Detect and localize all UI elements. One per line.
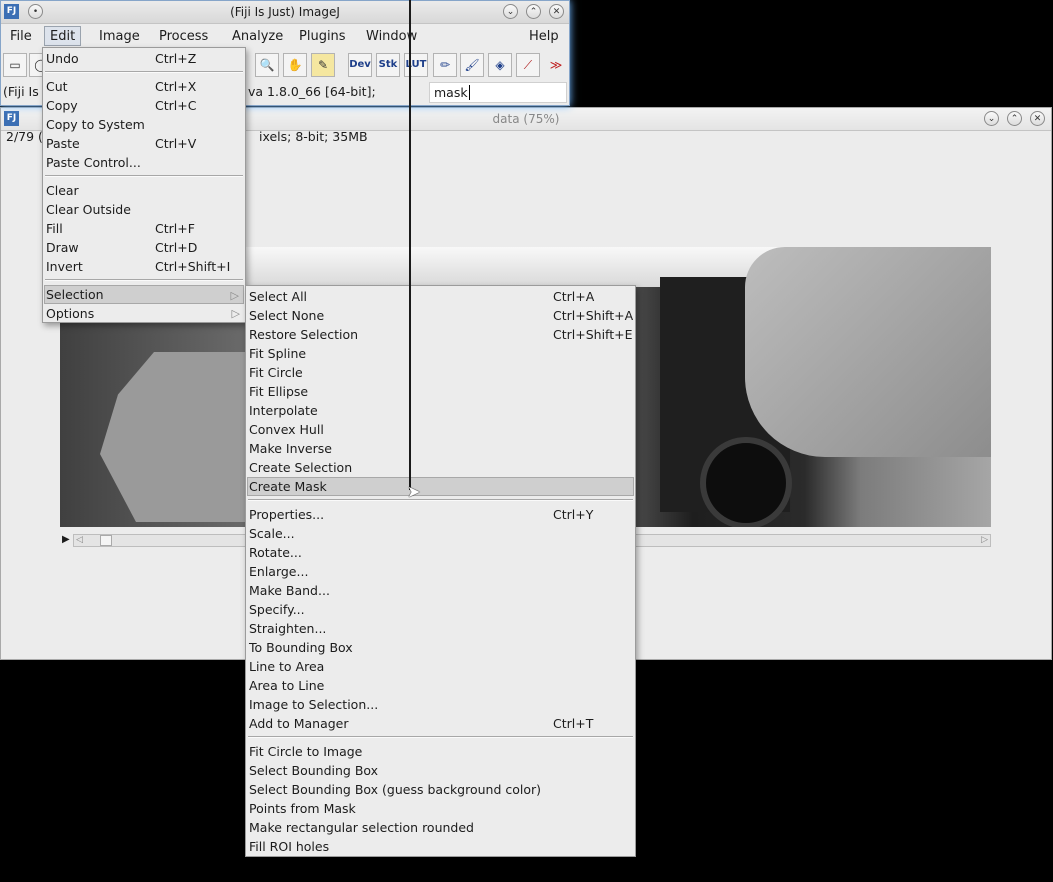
maximize-icon[interactable]: ⌃ [526, 4, 541, 19]
menu-item-make-inverse[interactable]: Make Inverse [247, 439, 634, 458]
selection-submenu: Select All Ctrl+A Select None Ctrl+Shift+A… [245, 285, 636, 857]
menu-item-clear-outside[interactable]: Clear Outside [44, 200, 244, 219]
minimize-icon[interactable]: ⌄ [984, 111, 999, 126]
truck-wheel [700, 437, 792, 527]
submenu-arrow-icon: ▷ [231, 307, 240, 320]
slider-thumb[interactable] [100, 535, 112, 546]
menu-item-fit-circle-to-image[interactable]: Fit Circle to Image [247, 742, 634, 761]
menu-item-straighten[interactable]: Straighten... [247, 619, 634, 638]
menu-item-add-to-manager[interactable]: Add to Manager Ctrl+T [247, 714, 634, 733]
rectangle-icon[interactable]: ▭ [3, 53, 27, 77]
hand-icon[interactable]: ✋ [283, 53, 307, 77]
menu-item-specify[interactable]: Specify... [247, 600, 634, 619]
menu-item-make-rect-rounded[interactable]: Make rectangular selection rounded [247, 818, 634, 837]
menu-item-cut[interactable]: Cut Ctrl+X [44, 77, 244, 96]
cursor-trail [409, 0, 411, 490]
menu-item-draw[interactable]: Draw Ctrl+D [44, 238, 244, 257]
menu-image[interactable]: Image [95, 28, 144, 45]
menu-item-restore-selection[interactable]: Restore Selection Ctrl+Shift+E [247, 325, 634, 344]
menu-item-fit-circle[interactable]: Fit Circle [247, 363, 634, 382]
menu-item-area-to-line[interactable]: Area to Line [247, 676, 634, 695]
menu-item-paste[interactable]: Paste Ctrl+V [44, 134, 244, 153]
menu-help[interactable]: Help [525, 28, 563, 45]
more-tools-button[interactable]: ≫ [544, 53, 568, 77]
main-window-title: (Fiji Is Just) ImageJ [230, 5, 340, 19]
menu-item-copy[interactable]: Copy Ctrl+C [44, 96, 244, 115]
menu-item-enlarge[interactable]: Enlarge... [247, 562, 634, 581]
status-text-right: va 1.8.0_66 [64-bit]; [248, 84, 376, 99]
menu-item-line-to-area[interactable]: Line to Area [247, 657, 634, 676]
play-icon[interactable]: ▶ [62, 534, 70, 545]
menu-item-select-bounding-box[interactable]: Select Bounding Box [247, 761, 634, 780]
menu-process[interactable]: Process [155, 28, 212, 45]
menu-item-interpolate[interactable]: Interpolate [247, 401, 634, 420]
menu-item-select-none[interactable]: Select None Ctrl+Shift+A [247, 306, 634, 325]
menu-item-to-bounding-box[interactable]: To Bounding Box [247, 638, 634, 657]
dropper-icon[interactable]: ⟋ [516, 53, 540, 77]
menu-separator [45, 71, 243, 73]
menu-item-rotate[interactable]: Rotate... [247, 543, 634, 562]
magnifier-icon[interactable]: 🔍 [255, 53, 279, 77]
tanker-trailer [745, 247, 991, 457]
submenu-arrow-icon: ▷ [230, 289, 239, 302]
menu-item-create-selection[interactable]: Create Selection [247, 458, 634, 477]
dev-tool-button[interactable]: Dev [348, 53, 372, 77]
menu-item-options[interactable]: Options ▷ [44, 304, 244, 323]
close-icon[interactable]: ✕ [549, 4, 564, 19]
menu-edit[interactable]: Edit [44, 26, 82, 46]
menu-item-fill[interactable]: Fill Ctrl+F [44, 219, 244, 238]
menu-item-clear[interactable]: Clear [44, 181, 244, 200]
menu-separator [45, 175, 243, 177]
menu-item-invert[interactable]: Invert Ctrl+Shift+I [44, 257, 244, 276]
menu-item-paste-control[interactable]: Paste Control... [44, 153, 244, 172]
lut-tool-button[interactable]: LUT [404, 53, 428, 77]
menu-item-select-all[interactable]: Select All Ctrl+A [247, 287, 634, 306]
menu-analyze[interactable]: Analyze [228, 28, 287, 45]
image-info-right: ixels; 8-bit; 35MB [259, 129, 368, 144]
menu-item-select-bounding-box-guess[interactable]: Select Bounding Box (guess background co… [247, 780, 634, 799]
menu-item-undo[interactable]: Undo Ctrl+Z [44, 49, 244, 68]
menu-bar: File Edit Image Process Analyze Plugins … [1, 25, 569, 47]
search-value: mask [434, 85, 468, 100]
menu-item-selection[interactable]: Selection ▷ [44, 285, 244, 304]
menu-item-properties[interactable]: Properties... Ctrl+Y [247, 505, 634, 524]
menu-item-fit-ellipse[interactable]: Fit Ellipse [247, 382, 634, 401]
menu-item-image-to-selection[interactable]: Image to Selection... [247, 695, 634, 714]
mouse-pointer-icon: ➤ [407, 482, 421, 501]
menu-item-copy-to-system[interactable]: Copy to System [44, 115, 244, 134]
flood-fill-icon[interactable]: ◈ [488, 53, 512, 77]
maximize-icon[interactable]: ⌃ [1007, 111, 1022, 126]
menu-item-points-from-mask[interactable]: Points from Mask [247, 799, 634, 818]
menu-item-create-mask[interactable]: Create Mask [247, 477, 634, 496]
menu-plugins[interactable]: Plugins [295, 28, 350, 45]
menu-separator [45, 279, 243, 281]
main-titlebar[interactable]: FJ • (Fiji Is Just) ImageJ ⌄ ⌃ ✕ [1, 1, 569, 24]
menu-item-make-band[interactable]: Make Band... [247, 581, 634, 600]
menu-item-convex-hull[interactable]: Convex Hull [247, 420, 634, 439]
status-text-left: (Fiji Is J [3, 84, 47, 99]
edit-menu-dropdown: Undo Ctrl+Z Cut Ctrl+X Copy Ctrl+C Copy to … [42, 47, 246, 323]
minimize-icon[interactable]: ⌄ [503, 4, 518, 19]
menu-separator [248, 736, 633, 738]
menu-item-fit-spline[interactable]: Fit Spline [247, 344, 634, 363]
search-input[interactable]: mask [429, 82, 567, 103]
scroll-left-icon[interactable]: ◁ [76, 535, 83, 545]
menu-item-scale[interactable]: Scale... [247, 524, 634, 543]
close-icon[interactable]: ✕ [1030, 111, 1045, 126]
image-info-left: 2/79 ( [6, 129, 43, 144]
color-picker-icon[interactable]: ✎ [311, 53, 335, 77]
menu-window[interactable]: Window [362, 28, 421, 45]
menu-separator [248, 499, 633, 501]
menu-file[interactable]: File [6, 28, 36, 45]
brush-icon[interactable]: 🖌 [460, 53, 484, 77]
menu-item-fill-roi-holes[interactable]: Fill ROI holes [247, 837, 634, 856]
pencil-icon[interactable]: ✏ [433, 53, 457, 77]
scroll-right-icon[interactable]: ▷ [981, 535, 988, 545]
stk-tool-button[interactable]: Stk [376, 53, 400, 77]
